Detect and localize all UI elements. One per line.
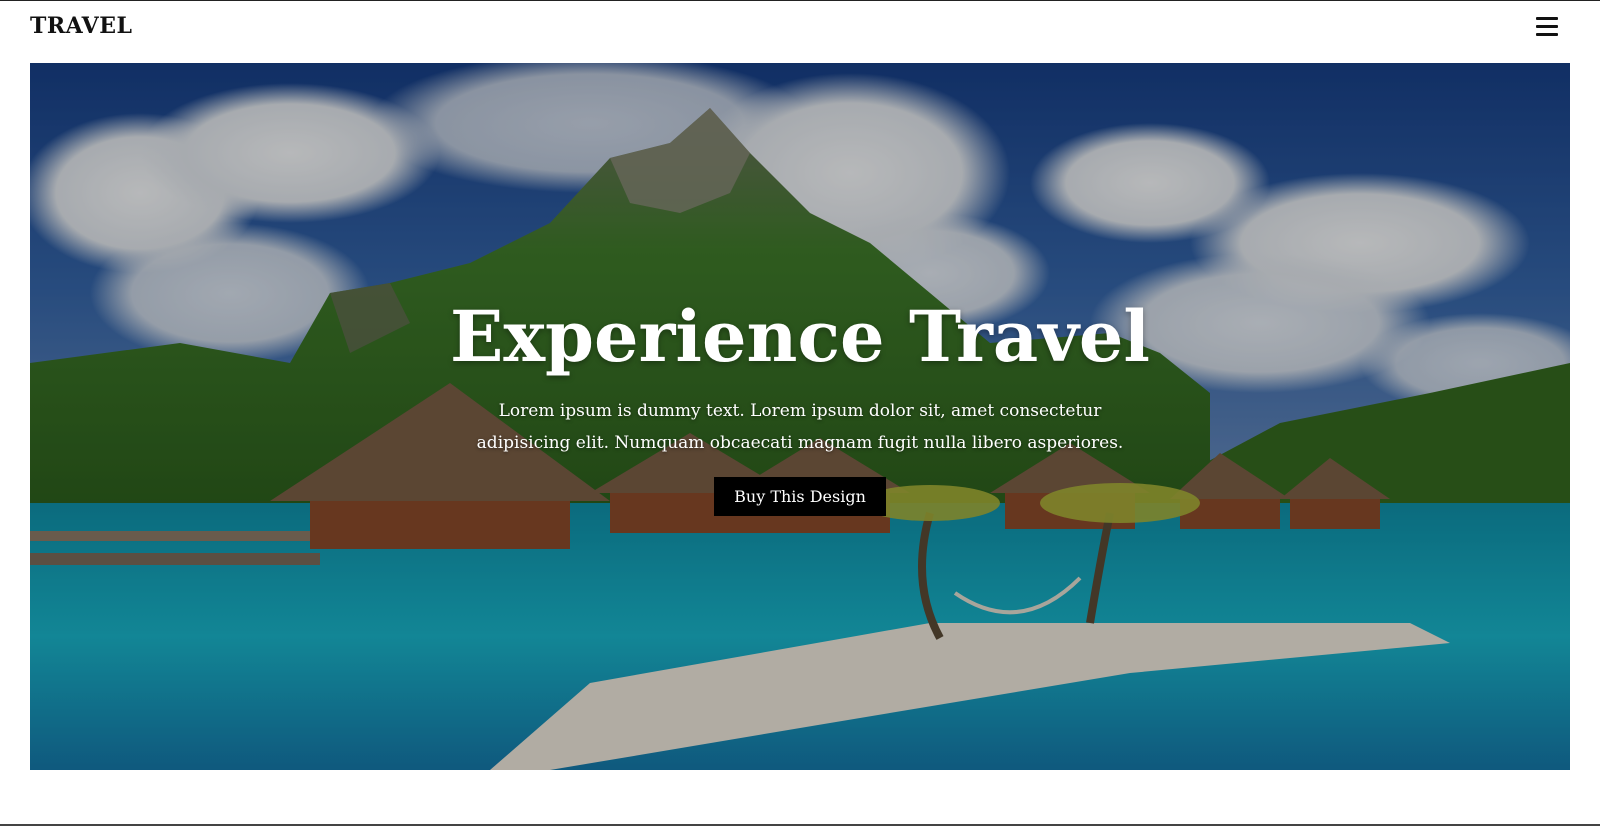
hamburger-menu-icon[interactable] xyxy=(1536,17,1558,37)
menu-bar xyxy=(1536,25,1558,28)
hero-description: Lorem ipsum is dummy text. Lorem ipsum d… xyxy=(476,401,1124,453)
bottom-divider xyxy=(0,824,1600,826)
hero-content: Experience Travel Lorem ipsum is dummy t… xyxy=(30,295,1570,516)
buy-design-button[interactable]: Buy This Design xyxy=(714,477,886,516)
menu-bar xyxy=(1536,33,1558,36)
brand-logo[interactable]: TRAVEL xyxy=(30,13,132,39)
navbar: TRAVEL xyxy=(0,1,1600,63)
hero-section: Experience Travel Lorem ipsum is dummy t… xyxy=(30,63,1570,770)
hero-title: Experience Travel xyxy=(449,295,1151,378)
menu-bar xyxy=(1536,17,1558,20)
page: TRAVEL Experience Travel Lorem ipsum is … xyxy=(0,0,1600,830)
